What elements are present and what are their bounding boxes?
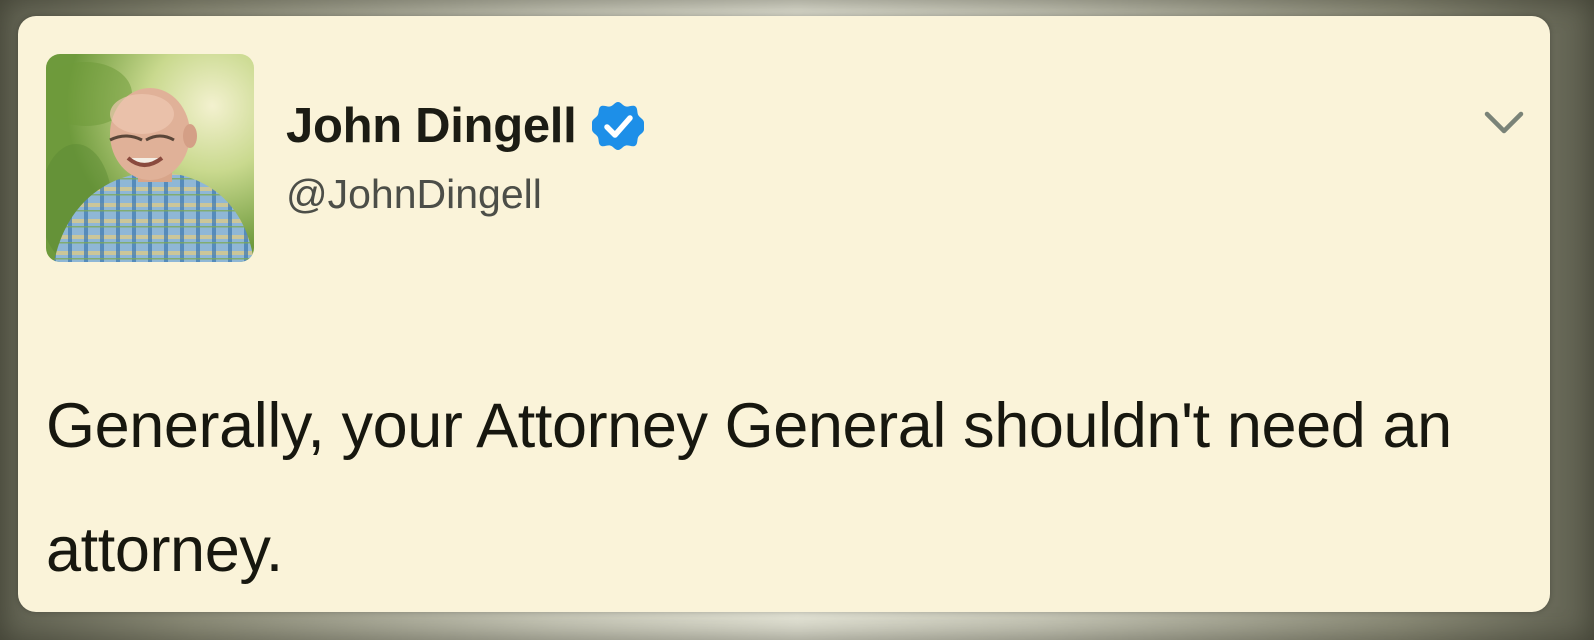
user-handle[interactable]: @JohnDingell xyxy=(286,166,644,222)
avatar-photo xyxy=(46,54,254,262)
avatar[interactable] xyxy=(46,54,254,262)
display-name[interactable]: John Dingell xyxy=(286,94,577,158)
tweet-card[interactable]: John Dingell @JohnDingell Generally, you… xyxy=(18,16,1550,612)
author-info[interactable]: John Dingell @JohnDingell xyxy=(286,94,645,222)
chevron-down-icon[interactable] xyxy=(1482,108,1526,138)
verified-badge-icon xyxy=(592,100,645,152)
name-row: John Dingell xyxy=(286,94,645,158)
tweet-text: Generally, your Attorney General shouldn… xyxy=(46,391,1452,585)
